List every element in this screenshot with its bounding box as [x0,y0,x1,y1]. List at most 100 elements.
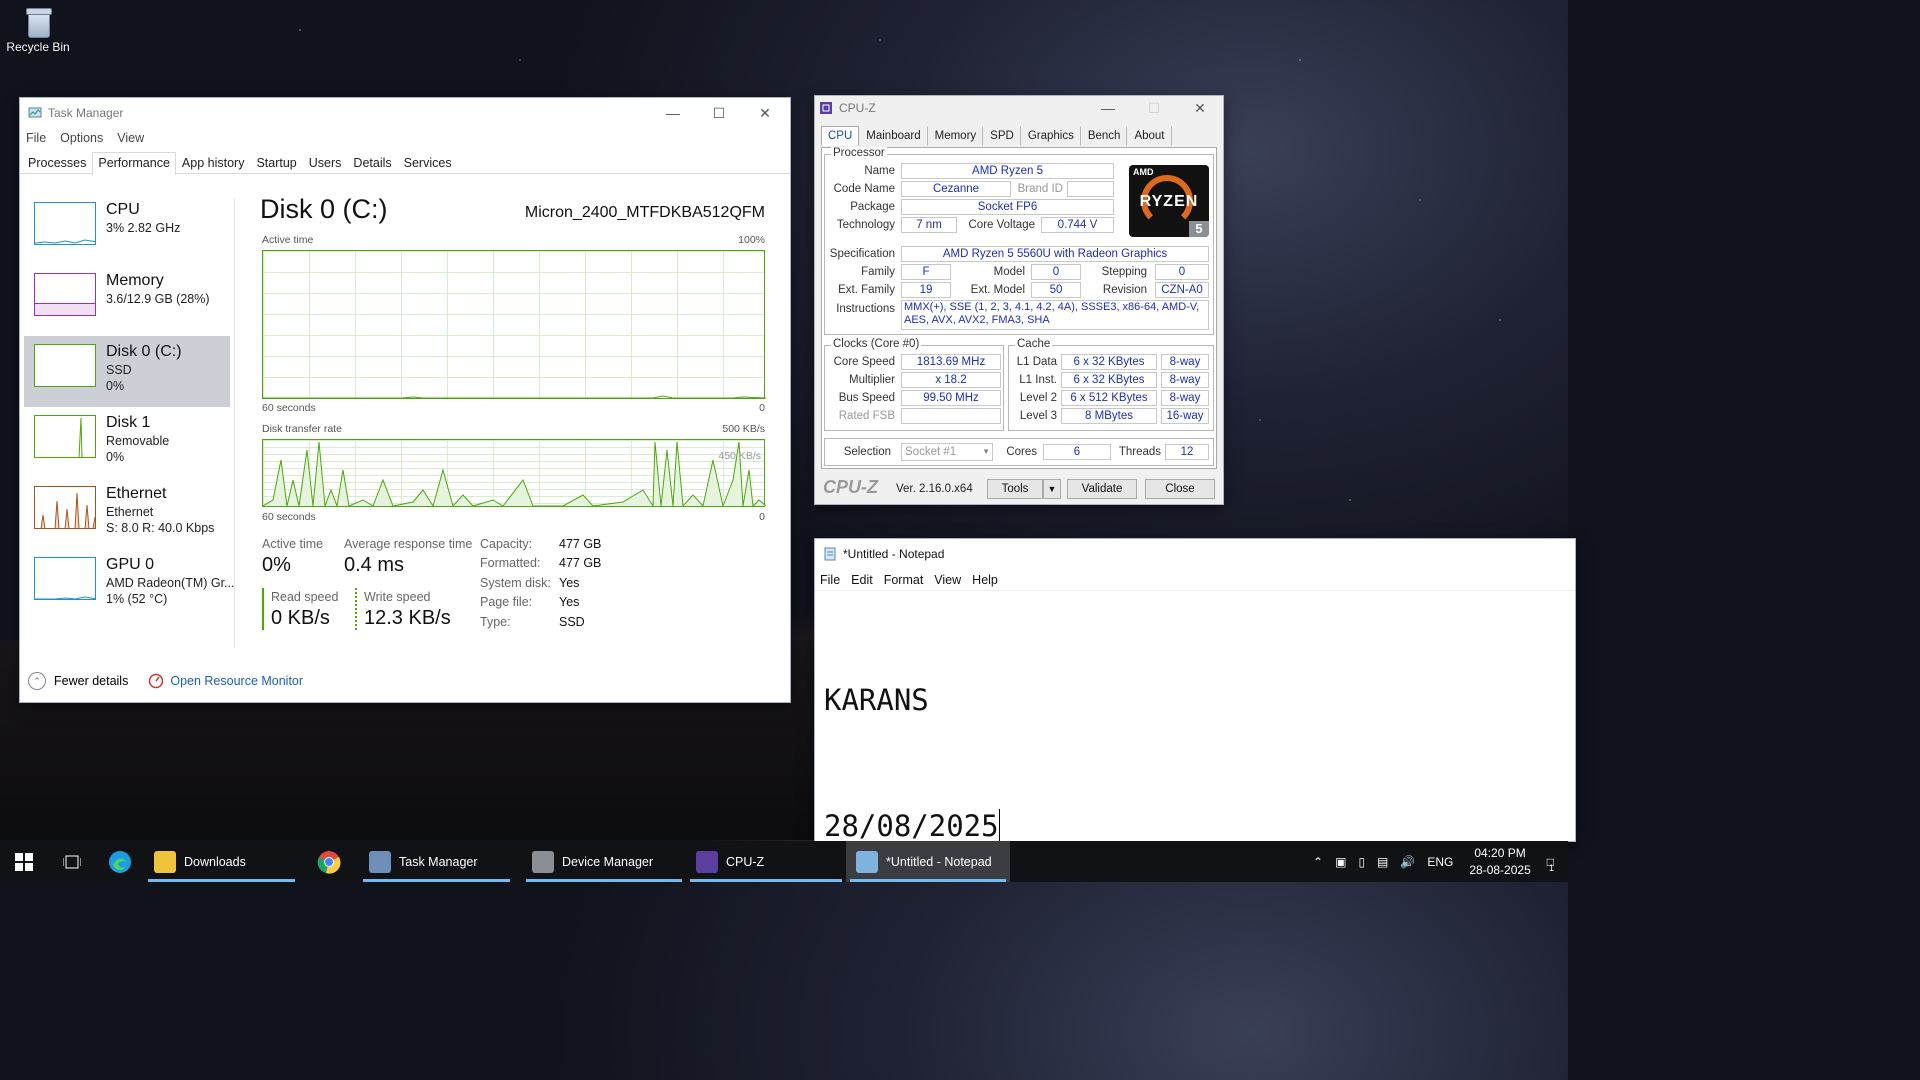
l1-data-label: L1 Data [1016,356,1057,368]
tab-users[interactable]: Users [303,152,348,173]
transfer-rate-graph-scale: 450 KB/s [718,450,761,462]
taskbar-app-task-manager[interactable]: Task Manager [359,841,514,882]
cpuz-tab-cpu[interactable]: CPU [821,126,860,146]
cpuz-footer: CPU-Z Ver. 2.16.0.x64 Tools ▼ Validate C… [815,476,1223,500]
cpuz-close-button[interactable]: ✕ [1177,96,1223,120]
notepad-menu-view[interactable]: View [934,573,972,587]
menu-view[interactable]: View [117,131,158,145]
taskbar-app-downloads[interactable]: Downloads [144,841,299,882]
cpuz-taskbar-icon [696,850,718,873]
task-manager-footer: ⌃ Fewer details Open Resource Monitor [28,672,303,690]
tools-dropdown-button[interactable]: ▼ [1043,479,1061,499]
cpuz-tab-graphics[interactable]: Graphics [1021,126,1081,146]
sidebar-item-cpu-value: 3% 2.82 GHz [106,221,181,235]
close-app-button[interactable]: Close [1145,479,1215,499]
clock[interactable]: 04:20 PM 28-08-2025 [1469,845,1530,879]
minimize-button[interactable]: — [650,98,696,128]
cpuz-tab-bench[interactable]: Bench [1081,126,1128,146]
performance-sidebar: CPU 3% 2.82 GHz Memory 3.6/12.9 GB (28%)… [24,194,235,620]
cpuz-tabs: CPU Mainboard Memory SPD Graphics Bench … [821,126,1172,146]
read-speed-marker [262,588,264,630]
menu-options[interactable]: Options [60,131,117,145]
security-icon[interactable]: ▣ [1335,855,1346,869]
cache-legend: Cache [1015,338,1053,350]
battery-icon[interactable]: ▯ [1358,855,1365,869]
taskbar-app-downloads-label: Downloads [184,854,246,869]
amd-ryzen-5-badge: AMD RYZEN 5 [1129,165,1209,237]
notepad-titlebar[interactable]: *Untitled - Notepad [815,539,1575,569]
notepad-menu-file[interactable]: File [820,573,851,587]
formatted-value: 477 GB [559,556,602,570]
show-hidden-icons-chevron-icon[interactable]: ⌃ [1313,855,1323,869]
sidebar-item-cpu[interactable]: CPU 3% 2.82 GHz [24,194,230,265]
menu-file[interactable]: File [26,131,60,145]
ext-family-label: Ext. Family [838,284,895,296]
transfer-rate-graph-label: Disk transfer rate [262,423,342,435]
dropdown-arrow-icon: ▼ [982,447,990,456]
tools-button[interactable]: Tools [987,479,1043,499]
bus-speed-value: 99.50 MHz [901,390,1001,406]
tab-performance[interactable]: Performance [92,152,176,175]
cpuz-tab-mainboard[interactable]: Mainboard [859,126,928,146]
task-view-button[interactable] [48,841,96,882]
chevron-up-icon[interactable]: ⌃ [28,672,46,690]
notepad-menu-edit[interactable]: Edit [851,573,884,587]
edge-taskbar-button[interactable] [96,841,144,882]
sidebar-item-gpu0[interactable]: GPU 0 AMD Radeon(TM) Gr... 1% (52 °C) [24,549,235,620]
cpuz-minimize-button[interactable]: — [1085,96,1131,120]
recycle-bin-desktop-icon[interactable]: Recycle Bin [4,4,72,54]
codename-label: Code Name [833,183,895,195]
tools-arrow-icon: ▼ [1047,484,1057,494]
sidebar-item-disk0[interactable]: Disk 0 (C:) SSD 0% [24,336,230,407]
family-label: Family [861,266,895,278]
text-caret [998,809,1001,841]
transfer-rate-graph-time: 60 seconds [262,511,316,523]
sidebar-item-disk1[interactable]: Disk 1 Removable 0% [24,407,230,478]
tab-app-history[interactable]: App history [176,152,251,173]
transfer-rate-graph-max: 500 KB/s [722,423,765,435]
specification-label: Specification [829,248,895,260]
volume-icon[interactable]: 🔊 [1400,855,1415,869]
notepad-menu-format[interactable]: Format [884,573,935,587]
disk-title: Disk 0 (C:) [260,194,388,224]
type-value: SSD [559,615,585,629]
sidebar-item-ethernet[interactable]: Ethernet Ethernet S: 8.0 R: 40.0 Kbps [24,478,230,549]
language-indicator[interactable]: ENG [1427,855,1453,869]
fewer-details-link[interactable]: Fewer details [54,674,128,688]
start-button[interactable] [0,841,48,882]
cpuz-tab-about[interactable]: About [1127,126,1172,146]
close-button[interactable]: ✕ [742,98,788,128]
cpuz-tab-spd[interactable]: SPD [983,126,1021,146]
tab-services[interactable]: Services [398,152,458,173]
taskbar-app-cpuz-label: CPU-Z [726,854,765,869]
cpuz-maximize-button[interactable]: ☐ [1131,96,1177,120]
network-icon[interactable]: ▤ [1377,855,1388,869]
formatted-label: Formatted: [480,556,541,570]
taskbar-app-device-manager[interactable]: Device Manager [522,841,686,882]
selection-dropdown[interactable]: Socket #1 ▼ [901,443,993,461]
taskbar-app-notepad[interactable]: *Untitled - Notepad [846,841,1010,882]
open-resource-monitor-link[interactable]: Open Resource Monitor [170,674,303,688]
taskbar: Downloads Task Manager Device Manager CP… [0,841,1568,882]
task-manager-menubar: File Options View [20,128,790,148]
revision-value: CZN-A0 [1155,282,1209,298]
tab-processes[interactable]: Processes [22,152,92,173]
cpuz-tab-memory[interactable]: Memory [928,126,984,146]
tab-details[interactable]: Details [347,152,397,173]
validate-button[interactable]: Validate [1067,479,1137,499]
sidebar-item-memory[interactable]: Memory 3.6/12.9 GB (28%) [24,265,230,336]
core-voltage-label: Core Voltage [968,219,1036,231]
task-manager-title: Task Manager [48,106,124,120]
core-speed-label: Core Speed [833,356,895,368]
notification-center-icon[interactable]: □ 1 [1547,855,1554,873]
instructions-line-1: MMX(+), SSE (1, 2, 3, 4.1, 4.2, 4A), SSS… [904,301,1200,313]
chrome-taskbar-button[interactable] [299,841,359,882]
maximize-button[interactable]: ☐ [696,98,742,128]
taskbar-app-cpuz[interactable]: CPU-Z [686,841,846,882]
l1-data-way: 8-way [1161,354,1209,370]
tab-startup[interactable]: Startup [250,152,302,173]
brandid-label: Brand ID [1017,183,1063,195]
cpuz-cpu-panel: Processor Name AMD Ryzen 5 Code Name Cez… [821,147,1217,469]
notepad-menu-help[interactable]: Help [972,573,1009,587]
name-label: Name [864,165,895,177]
